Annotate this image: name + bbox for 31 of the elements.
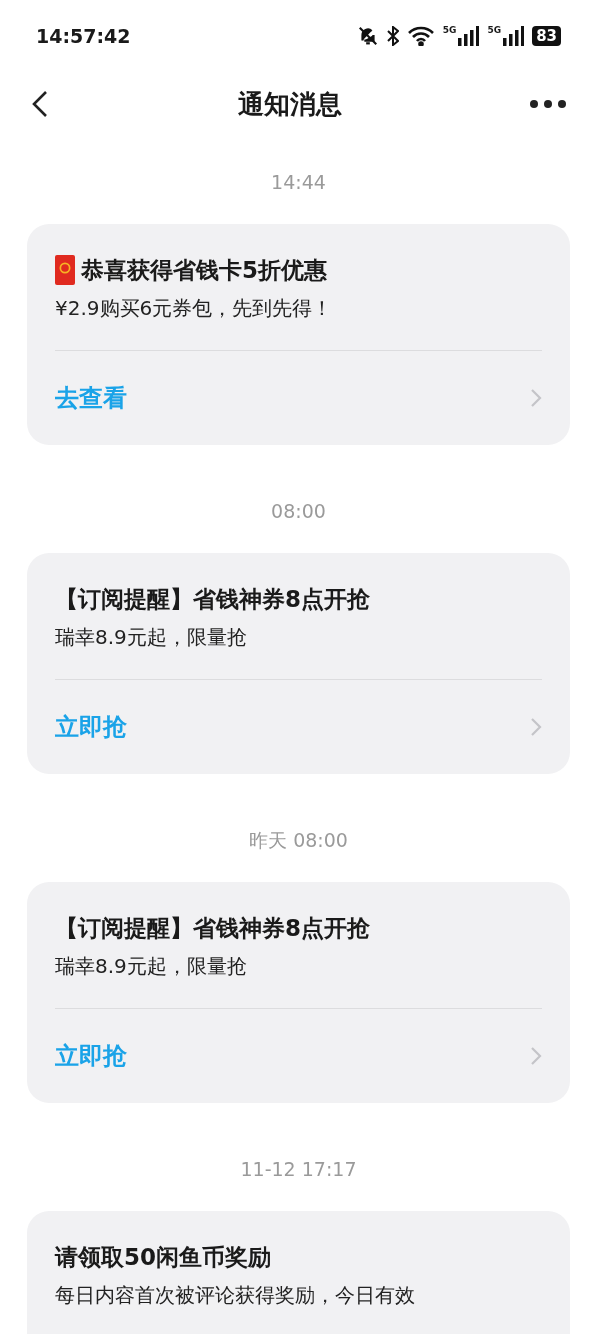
battery-indicator: 83	[532, 26, 561, 46]
wifi-icon	[406, 26, 435, 46]
page-title: 通知消息	[237, 87, 342, 121]
message-time: 14:44	[271, 169, 326, 195]
signal-icon	[457, 26, 480, 46]
signal-icon	[502, 26, 525, 46]
envelope-icon	[55, 255, 75, 285]
message-time: 08:00	[271, 498, 326, 524]
message-body: 瑞幸8.9元起，限量抢	[55, 953, 248, 980]
chevron-right-icon	[530, 1046, 542, 1066]
network-type-label: 5G	[487, 26, 502, 35]
message-body: 瑞幸8.9元起，限量抢	[55, 624, 248, 651]
chevron-right-icon	[530, 388, 542, 408]
message-title: 【订阅提醒】省钱神券8点开抢	[55, 585, 370, 614]
chevron-right-icon	[530, 717, 542, 737]
message-body: ¥2.9购买6元券包，先到先得！	[55, 295, 334, 322]
bluetooth-icon	[386, 26, 399, 46]
network-type-label: 5G	[442, 26, 457, 35]
back-icon[interactable]	[30, 90, 50, 118]
message-title: 请领取50闲鱼币奖励	[55, 1243, 271, 1272]
muted-bell-icon	[356, 25, 379, 47]
action-link[interactable]: 去查看	[55, 351, 542, 445]
status-time: 14:57:42	[36, 23, 131, 49]
action-link[interactable]: 立即抢	[55, 680, 542, 774]
action-link[interactable]: 立即抢	[55, 1009, 542, 1103]
message-title: 恭喜获得省钱卡5折优惠	[81, 256, 327, 285]
message-body: 每日内容首次被评论获得奖励，今日有效	[55, 1282, 416, 1309]
more-icon[interactable]	[529, 99, 567, 109]
message-title: 【订阅提醒】省钱神券8点开抢	[55, 914, 370, 943]
message-time: 11-12 17:17	[240, 1156, 357, 1182]
message-time: 昨天 08:00	[249, 827, 348, 853]
